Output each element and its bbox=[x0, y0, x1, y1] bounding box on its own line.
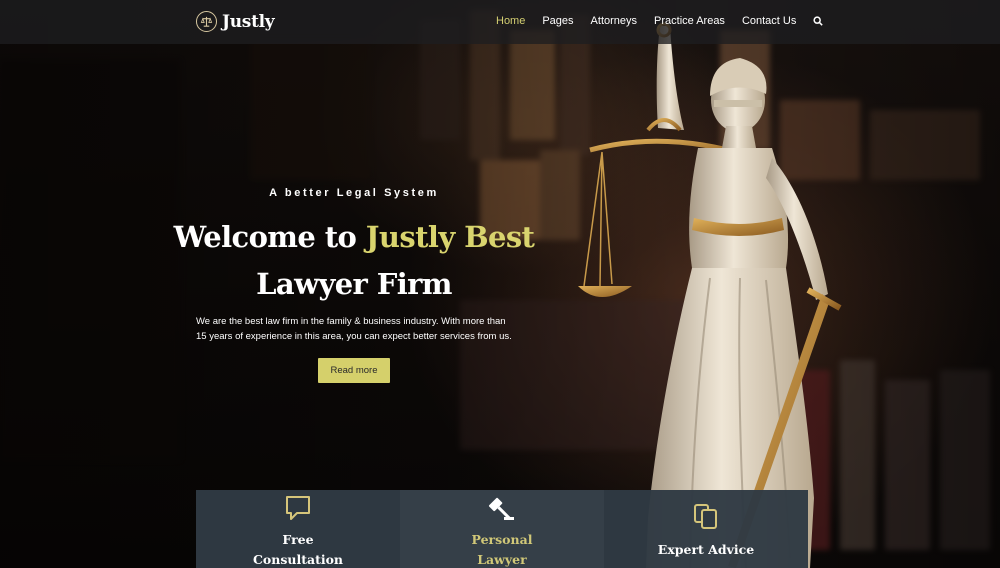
headline-text: Welcome to bbox=[173, 220, 366, 254]
feature-card-free-consultation[interactable]: Free Consultation bbox=[196, 490, 400, 568]
page: Justly Home Pages Attorneys Practice Are… bbox=[0, 0, 1000, 568]
hero-headline: Welcome to Justly Best Lawyer Firm bbox=[170, 214, 538, 308]
brand-logo[interactable]: Justly bbox=[196, 11, 275, 32]
nav-item-attorneys[interactable]: Attorneys bbox=[591, 15, 637, 27]
hero-eyebrow: A better Legal System bbox=[269, 187, 439, 199]
brand-name: Justly bbox=[222, 11, 275, 32]
documents-icon bbox=[692, 502, 720, 530]
main-nav: Home Pages Attorneys Practice Areas Cont… bbox=[496, 15, 824, 27]
headline-accent-text: Justly Best bbox=[365, 220, 535, 254]
feature-title-line2: Lawyer bbox=[477, 552, 527, 567]
search-icon[interactable] bbox=[813, 16, 824, 26]
hero-description-line2: 15 years of experience in this area, you… bbox=[196, 331, 512, 342]
feature-cards: Free Consultation Personal Lawyer Expert… bbox=[196, 490, 808, 568]
nav-item-practice-areas[interactable]: Practice Areas bbox=[654, 15, 725, 27]
site-header: Justly Home Pages Attorneys Practice Are… bbox=[0, 0, 1000, 44]
feature-card-expert-advice[interactable]: Expert Advice bbox=[604, 490, 808, 568]
nav-item-contact-us[interactable]: Contact Us bbox=[742, 15, 796, 27]
headline-text-line2: Lawyer Firm bbox=[256, 267, 452, 301]
chat-bubble-icon bbox=[284, 494, 312, 522]
feature-title-line1: Free bbox=[282, 532, 314, 547]
lady-justice-statue-image bbox=[578, 22, 842, 568]
feature-card-personal-lawyer[interactable]: Personal Lawyer bbox=[400, 490, 604, 568]
read-more-button[interactable]: Read more bbox=[318, 358, 390, 383]
hero-description: We are the best law firm in the family &… bbox=[196, 314, 516, 344]
feature-title-line2: Consultation bbox=[252, 552, 344, 567]
hero-description-line1: We are the best law firm in the family &… bbox=[196, 316, 506, 327]
feature-title: Expert Advice bbox=[657, 542, 755, 557]
scales-logo-icon bbox=[196, 11, 217, 32]
gavel-icon bbox=[488, 494, 516, 522]
nav-item-pages[interactable]: Pages bbox=[542, 15, 573, 27]
feature-title-line1: Personal bbox=[471, 532, 533, 547]
nav-item-home[interactable]: Home bbox=[496, 15, 525, 27]
